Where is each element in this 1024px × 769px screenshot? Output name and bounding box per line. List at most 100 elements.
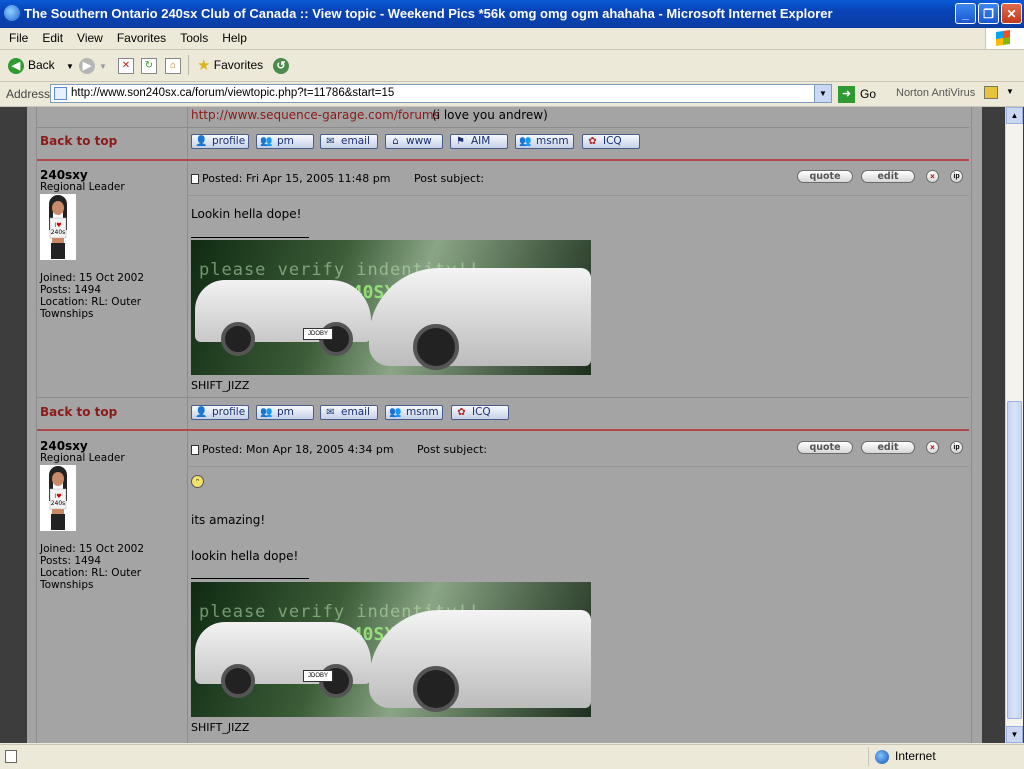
address-url[interactable]: http://www.son240sx.ca/forum/viewtopic.p… — [71, 87, 394, 99]
signature-rule — [191, 578, 309, 579]
post-count: Posts: 1494 — [40, 555, 102, 567]
row-separator — [37, 127, 969, 128]
quote-button[interactable]: quote — [797, 170, 853, 183]
stop-icon: ✕ — [118, 57, 134, 74]
toolbar: ◀ Back ▼ ▶ ▼ ✕ ↻ ⌂ ★ Favorites ↺ — [0, 50, 1024, 82]
post-date: Posted: Mon Apr 18, 2005 4:34 pm — [191, 443, 394, 456]
post-username[interactable]: 240sxy — [40, 439, 88, 453]
pm-icon: 👥 — [260, 136, 273, 147]
svg-text:I♥: I♥ — [54, 493, 61, 500]
post-separator — [37, 429, 969, 431]
msnm-button[interactable]: 👥 msnm — [515, 134, 574, 149]
post-body-line: lookin hella dope! — [191, 549, 299, 563]
vertical-scrollbar[interactable]: ▲ ▼ — [1005, 107, 1023, 743]
menu-tools[interactable]: Tools — [173, 29, 215, 48]
msnm-label: msnm — [536, 135, 569, 147]
forward-arrow-icon: ▶ — [79, 57, 95, 74]
menu-favorites[interactable]: Favorites — [110, 29, 173, 48]
stop-button[interactable]: ✕ — [118, 54, 134, 76]
msnm-button[interactable]: 👥 msnm — [385, 405, 443, 420]
back-dropdown-icon[interactable]: ▼ — [66, 62, 74, 71]
post-separator — [37, 159, 969, 161]
profile-button[interactable]: 👤 profile — [191, 405, 249, 420]
signature-caption: SHIFT_JIZZ — [191, 379, 250, 392]
refresh-button[interactable]: ↻ — [141, 54, 157, 76]
back-to-top-link[interactable]: Back to top — [40, 134, 117, 148]
post-body-line: its amazing! — [191, 513, 266, 527]
ip-button[interactable]: ip — [950, 441, 963, 454]
post-username[interactable]: 240sxy — [40, 168, 88, 182]
scroll-up-icon[interactable]: ▲ — [1006, 107, 1023, 124]
scroll-down-icon[interactable]: ▼ — [1006, 726, 1023, 743]
menu-file[interactable]: File — [2, 29, 35, 48]
go-button[interactable]: ➜ Go — [838, 84, 876, 104]
icq-button[interactable]: ✿ ICQ — [582, 134, 640, 149]
history-button[interactable]: ↺ — [273, 54, 293, 76]
menu-edit[interactable]: Edit — [35, 29, 70, 48]
menu-view[interactable]: View — [70, 29, 110, 48]
favorites-button[interactable]: ★ Favorites — [197, 54, 263, 76]
forward-button[interactable]: ▶ ▼ — [79, 54, 107, 76]
avatar: I♥ 240s — [40, 194, 76, 260]
post-subject: Post subject: — [417, 443, 488, 456]
quote-button[interactable]: quote — [797, 441, 853, 454]
close-button[interactable]: ✕ — [1001, 3, 1022, 24]
row-separator — [37, 397, 969, 398]
www-icon: ⌂ — [392, 136, 399, 147]
delete-button[interactable]: × — [926, 441, 939, 454]
delete-button[interactable]: × — [926, 170, 939, 183]
address-dropdown-icon[interactable]: ▼ — [814, 85, 831, 102]
confused-smiley-icon: ᵔ — [191, 475, 204, 488]
pm-button[interactable]: 👥 pm — [256, 405, 314, 420]
back-arrow-icon: ◀ — [8, 57, 24, 74]
home-button[interactable]: ⌂ — [165, 54, 181, 76]
toolbar-separator — [188, 55, 189, 75]
column-divider — [187, 107, 188, 743]
history-icon: ↺ — [273, 57, 289, 74]
svg-text:I♥: I♥ — [54, 222, 61, 229]
wheel-icon — [413, 324, 459, 370]
edit-button[interactable]: edit — [861, 441, 915, 454]
aim-button[interactable]: ⚑ AIM — [450, 134, 508, 149]
scroll-thumb[interactable] — [1007, 401, 1022, 719]
email-button[interactable]: ✉ email — [320, 405, 378, 420]
post-icon — [191, 174, 199, 184]
page-viewport: ▲ ▼ http://www.sequence-garage.com/forum… — [0, 107, 1024, 743]
refresh-icon: ↻ — [141, 57, 157, 74]
windows-flag-icon — [996, 30, 1010, 46]
signature-text: (i love you andrew) — [432, 108, 548, 122]
ie-icon — [4, 5, 20, 21]
avatar-girl-icon: I♥ 240s — [49, 466, 67, 530]
menu-help[interactable]: Help — [215, 29, 254, 48]
ip-button[interactable]: ip — [950, 170, 963, 183]
norton-antivirus-label[interactable]: Norton AntiVirus — [896, 87, 975, 99]
www-button[interactable]: ⌂ www — [385, 134, 443, 149]
norton-icon[interactable] — [984, 86, 998, 99]
wheel-icon — [413, 666, 459, 712]
back-button[interactable]: ◀ Back ▼ — [8, 54, 74, 76]
address-input[interactable]: http://www.son240sx.ca/forum/viewtopic.p… — [50, 84, 832, 103]
icq-label: ICQ — [603, 135, 622, 147]
post-date-text: Posted: Fri Apr 15, 2005 11:48 pm — [202, 172, 391, 185]
norton-dropdown-icon[interactable]: ▼ — [1006, 87, 1014, 96]
post-rank: Regional Leader — [40, 452, 125, 464]
edit-button[interactable]: edit — [861, 170, 915, 183]
pm-button[interactable]: 👥 pm — [256, 134, 314, 149]
profile-button[interactable]: 👤 profile — [191, 134, 249, 149]
address-label: Address — [6, 87, 51, 101]
forward-dropdown-icon[interactable]: ▼ — [99, 62, 107, 71]
minimize-button[interactable]: _ — [955, 3, 976, 24]
go-label: Go — [860, 87, 877, 101]
icq-button[interactable]: ✿ ICQ — [451, 405, 509, 420]
signature-link[interactable]: http://www.sequence-garage.com/forums — [191, 108, 440, 122]
email-button[interactable]: ✉ email — [320, 134, 378, 149]
car-side-image — [369, 268, 591, 366]
back-to-top-link[interactable]: Back to top — [40, 405, 117, 419]
avatar: I♥ 240s — [40, 465, 76, 531]
star-icon: ★ — [197, 56, 211, 74]
post-location: Location: RL: Outer Townships — [40, 296, 142, 320]
post-body-line: Lookin hella dope! — [191, 207, 302, 221]
maximize-button[interactable]: ❐ — [978, 3, 999, 24]
window-title: The Southern Ontario 240sx Club of Canad… — [24, 6, 833, 21]
post-rank: Regional Leader — [40, 181, 125, 193]
